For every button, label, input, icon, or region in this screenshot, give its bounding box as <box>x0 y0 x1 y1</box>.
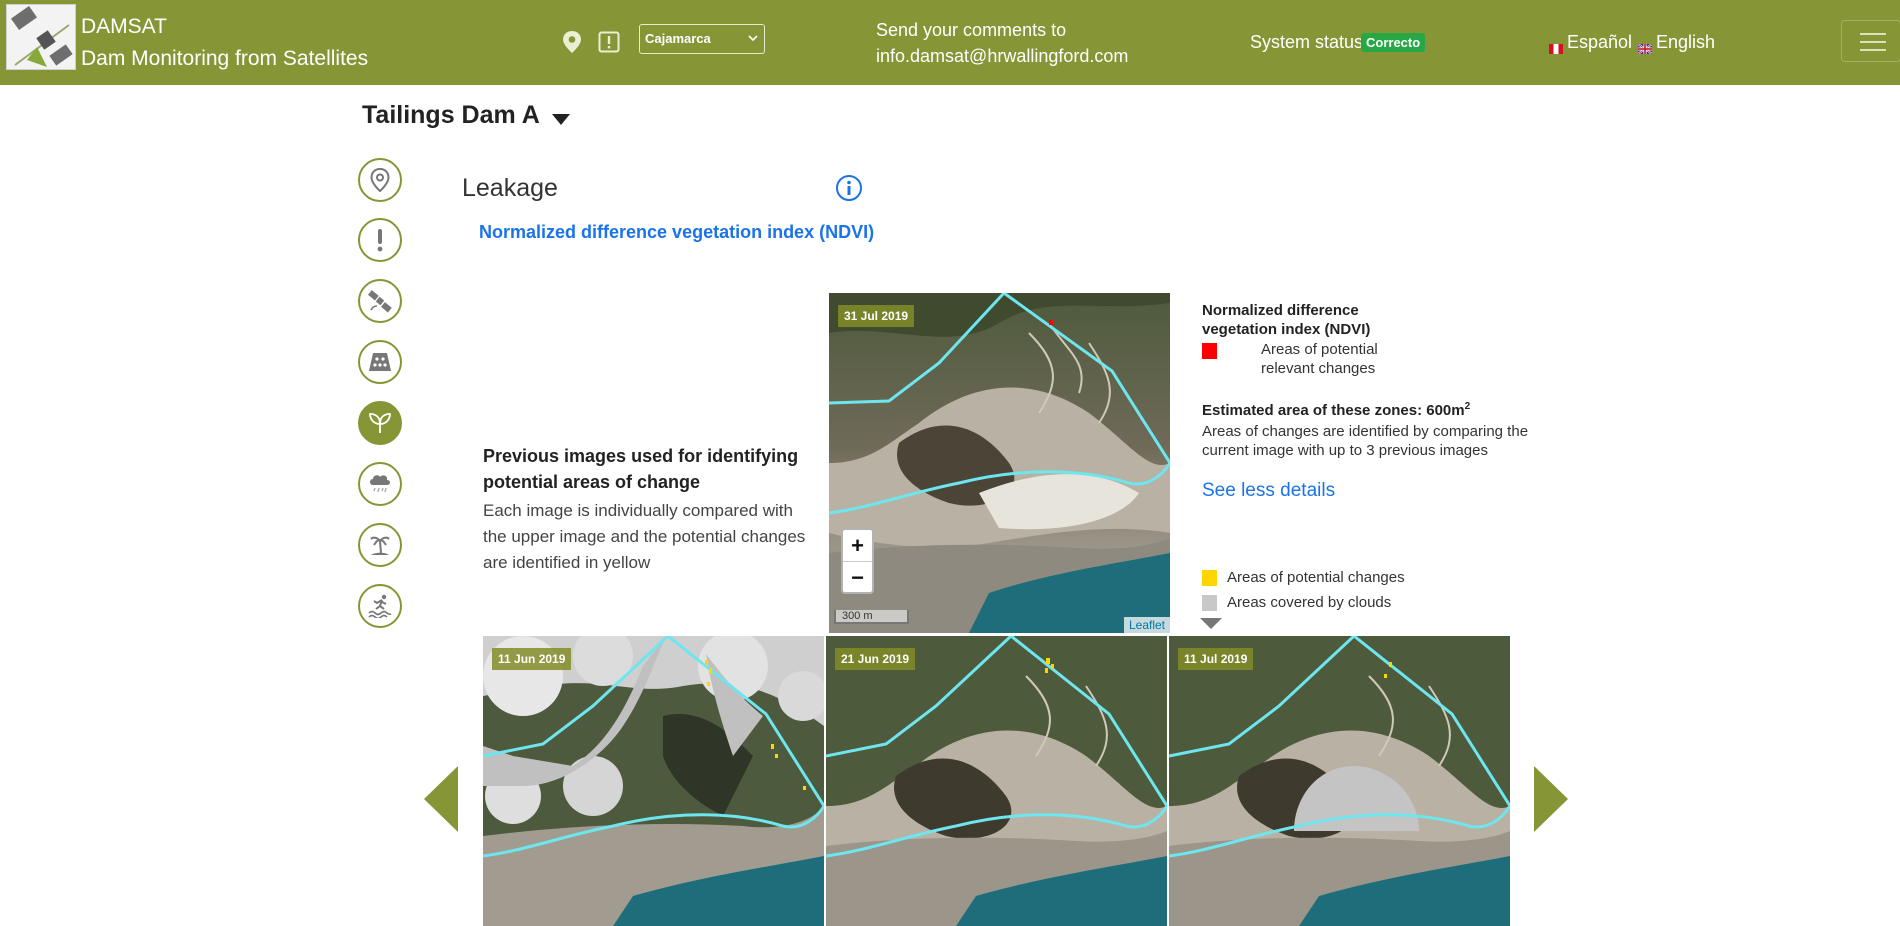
alert-icon <box>377 229 383 252</box>
thumbnail-date-label: 11 Jul 2019 <box>1178 648 1254 670</box>
uk-flag-icon <box>1637 38 1653 56</box>
hamburger-bar <box>1860 33 1886 35</box>
map-date-label: 31 Jul 2019 <box>838 305 915 327</box>
carousel-prev-arrow[interactable] <box>424 766 458 837</box>
sidebar-item-weather[interactable] <box>358 462 402 506</box>
hamburger-bar <box>1860 49 1886 51</box>
lang-english-link[interactable]: English <box>1637 32 1716 56</box>
section-title: Leakage <box>462 174 558 202</box>
sidebar-item-vegetation[interactable] <box>358 401 402 445</box>
map-zoom-control: + − <box>841 528 874 594</box>
hamburger-bar <box>1860 41 1886 43</box>
sidebar-item-flood[interactable] <box>358 584 402 628</box>
caret-down-icon[interactable] <box>552 112 570 130</box>
carousel-next-arrow[interactable] <box>1534 766 1568 837</box>
sidebar-item-alerts[interactable] <box>358 218 402 262</box>
legend-label-relevant-changes: Areas of potential relevant changes <box>1261 341 1378 377</box>
thumbnail-date-label: 21 Jun 2019 <box>835 648 916 670</box>
satellite-image <box>483 636 824 926</box>
ndvi-index-link[interactable]: Normalized difference vegetation index (… <box>479 222 874 243</box>
legend-swatch-red <box>1202 343 1217 359</box>
main-satellite-map[interactable]: 31 Jul 2019 + − 300 m Leaflet <box>829 293 1170 633</box>
app-name: DAMSAT <box>81 15 167 38</box>
region-select-value: Cajamarca <box>645 31 711 46</box>
alert-icon[interactable] <box>598 30 620 54</box>
app-subtitle: Dam Monitoring from Satellites <box>81 47 369 70</box>
satellite-image <box>1169 636 1510 926</box>
estimated-area-description: Areas of changes are identified by compa… <box>1202 423 1529 459</box>
zoom-in-button[interactable]: + <box>843 530 872 562</box>
legend-swatch-grey <box>1202 595 1217 611</box>
sidebar-item-location[interactable] <box>358 158 402 202</box>
previous-images-description: Each image is individually compared with… <box>483 501 806 572</box>
peru-flag-icon <box>1549 38 1563 55</box>
comments-email-link[interactable]: info.damsat@hrwallingford.com <box>876 43 1128 69</box>
lang-spanish-link[interactable]: Español <box>1549 32 1633 55</box>
dam-structure-icon <box>369 353 391 371</box>
map-scale-bar: 300 m <box>834 610 909 624</box>
legend-label-potential-changes: Areas of potential changes <box>1227 569 1405 586</box>
location-pin-icon <box>370 168 390 192</box>
zoom-out-button[interactable]: − <box>843 562 872 593</box>
estimated-area-unit-sup: 2 <box>1464 401 1471 412</box>
location-pin-icon[interactable] <box>561 30 583 54</box>
dam-selector[interactable]: Tailings Dam A <box>362 101 540 130</box>
damsat-logo[interactable] <box>6 4 76 70</box>
comments-text: Send your comments to <box>876 20 1067 40</box>
estimated-area: Estimated area of these zones: 600m2 <box>1202 401 1470 419</box>
sidebar-item-climate[interactable] <box>358 523 402 567</box>
comments-notice: Send your comments to info.damsat@hrwall… <box>876 17 1128 69</box>
previous-image-thumbnail[interactable]: 11 Jun 2019 <box>483 636 824 926</box>
status-badge: Correcto <box>1361 33 1426 52</box>
menu-toggle-button[interactable] <box>1841 20 1900 62</box>
flood-runner-icon <box>368 594 392 618</box>
rain-cloud-icon <box>370 475 390 493</box>
sidebar-item-satellite[interactable] <box>358 279 402 323</box>
top-navbar: DAMSAT Dam Monitoring from Satellites Ca… <box>0 0 1900 85</box>
thumbnail-date-label: 11 Jun 2019 <box>492 648 572 670</box>
see-less-details-link[interactable]: See less details <box>1202 480 1335 502</box>
palm-tree-icon <box>370 536 390 555</box>
leaf-icon <box>369 413 391 433</box>
legend-swatch-yellow <box>1202 570 1217 586</box>
satellite-icon <box>368 290 392 313</box>
sidebar-item-dam-structure[interactable] <box>358 340 402 384</box>
previous-image-thumbnail[interactable]: 11 Jul 2019 <box>1169 636 1510 926</box>
leaflet-attribution-link[interactable]: Leaflet <box>1123 617 1170 633</box>
estimated-area-text: Estimated area of these zones: 600m <box>1202 402 1465 419</box>
legend-collapse-caret-icon[interactable] <box>1200 617 1222 635</box>
region-select[interactable]: Cajamarca <box>639 24 765 54</box>
previous-images-title: Previous images used for identifying pot… <box>483 446 799 492</box>
lang-spanish-label: Español <box>1567 32 1633 52</box>
legend-label-clouds: Areas covered by clouds <box>1227 594 1392 611</box>
system-status-label: System status <box>1250 32 1364 52</box>
lang-english-label: English <box>1656 32 1716 52</box>
satellite-image <box>826 636 1167 926</box>
satellite-image <box>829 293 1170 633</box>
previous-image-thumbnail[interactable]: 21 Jun 2019 <box>826 636 1167 926</box>
chevron-down-icon <box>748 31 758 48</box>
info-icon[interactable] <box>835 174 863 207</box>
legend-title: Normalized difference vegetation index (… <box>1202 302 1371 338</box>
